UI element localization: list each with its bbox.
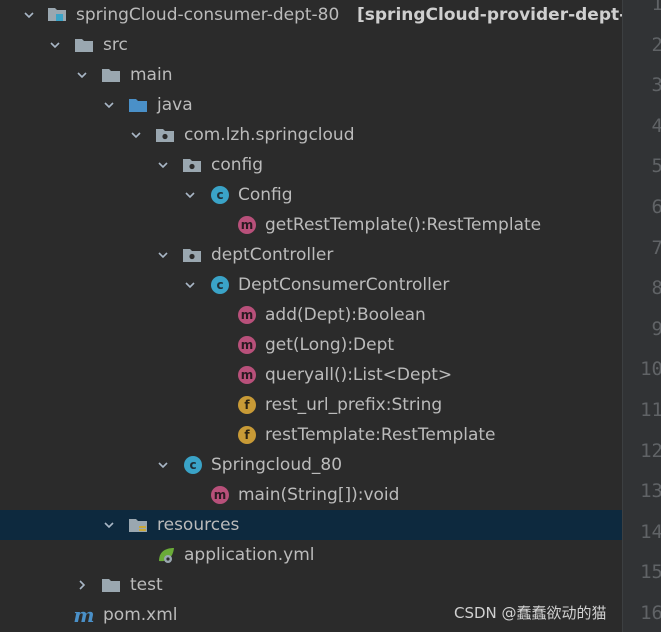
chevron-down-icon[interactable]	[183, 278, 197, 292]
tree-row-controller-class[interactable]: c DeptConsumerController	[0, 270, 622, 300]
project-module-suffix: [springCloud-provider-dept-80]	[357, 5, 622, 25]
chevron-down-icon[interactable]	[156, 158, 170, 172]
tree-row-field-resttemplate[interactable]: f restTemplate:RestTemplate	[0, 420, 622, 450]
tree-label-test: test	[130, 575, 163, 595]
tree-label-controller-package: deptController	[211, 245, 334, 265]
chevron-down-icon[interactable]	[156, 248, 170, 262]
tree-row-project[interactable]: springCloud-consumer-dept-80 [springClou…	[0, 0, 622, 30]
line-number-gutter: 1 2 3 4 5 6 7 8 9 10 11 12 13 14 15 16	[622, 0, 661, 632]
line-number: 13	[640, 480, 661, 503]
tree-row-config-class[interactable]: c Config	[0, 180, 622, 210]
tree-label-method: add(Dept):Boolean	[265, 305, 426, 325]
line-number: 6	[651, 196, 661, 218]
chevron-down-icon[interactable]	[102, 98, 116, 112]
project-name: springCloud-consumer-dept-80	[76, 5, 340, 25]
line-number: 5	[651, 155, 661, 178]
chevron-down-icon[interactable]	[129, 128, 143, 142]
package-icon	[182, 155, 202, 175]
tree-row-src[interactable]: src	[0, 30, 622, 60]
tree-row-controller-package[interactable]: deptController	[0, 240, 622, 270]
package-icon	[155, 125, 175, 145]
line-number: 8	[651, 277, 661, 300]
tree-row-package[interactable]: com.lzh.springcloud	[0, 120, 622, 150]
line-number: 16	[640, 602, 661, 624]
tree-label-method: queryall():List<Dept>	[265, 365, 453, 385]
folder-icon	[101, 65, 121, 85]
spring-leaf-icon	[156, 545, 176, 565]
tree-label-controller-class: DeptConsumerController	[238, 275, 450, 295]
tree-label-config-class: Config	[238, 185, 293, 205]
tree-label-main: main	[130, 65, 173, 85]
spring-boot-class-icon: c	[183, 455, 203, 475]
line-number: 1	[651, 0, 661, 15]
folder-icon	[101, 575, 121, 595]
class-icon: c	[210, 185, 230, 205]
field-icon: f	[237, 425, 257, 445]
tree-row-resources[interactable]: resources	[0, 510, 622, 540]
tree-label-field: restTemplate:RestTemplate	[265, 425, 496, 445]
tree-row-main[interactable]: main	[0, 60, 622, 90]
chevron-down-icon[interactable]	[156, 458, 170, 472]
module-folder-icon	[47, 4, 67, 24]
line-number: 2	[651, 33, 661, 56]
line-number: 4	[651, 114, 661, 137]
tree-row-application-yml[interactable]: application.yml	[0, 540, 622, 570]
chevron-down-icon[interactable]	[75, 68, 89, 82]
tree-label-app-class: Springcloud_80	[211, 455, 343, 475]
method-icon: m	[210, 485, 230, 505]
chevron-right-icon[interactable]	[75, 578, 89, 592]
tree-row-test[interactable]: test	[0, 570, 622, 600]
folder-icon	[74, 35, 94, 55]
method-icon: m	[237, 365, 257, 385]
line-number: 9	[651, 317, 661, 340]
maven-icon: m	[73, 603, 95, 627]
tree-label-method: main(String[]):void	[238, 485, 400, 505]
tree-row-method-getresttemplate[interactable]: m getRestTemplate():RestTemplate	[0, 210, 622, 240]
tree-label-src: src	[103, 35, 128, 55]
line-number: 12	[640, 439, 661, 462]
package-icon	[182, 245, 202, 265]
tree-row-field-rest-url-prefix[interactable]: f rest_url_prefix:String	[0, 390, 622, 420]
tree-row-method-add[interactable]: m add(Dept):Boolean	[0, 300, 622, 330]
tree-row-java[interactable]: java	[0, 90, 622, 120]
chevron-down-icon[interactable]	[48, 38, 62, 52]
tree-label-method: get(Long):Dept	[265, 335, 395, 355]
method-icon: m	[237, 215, 257, 235]
tree-row-config-package[interactable]: config	[0, 150, 622, 180]
chevron-down-icon[interactable]	[22, 8, 36, 22]
line-number: 11	[640, 399, 661, 421]
tree-label-java: java	[157, 95, 193, 115]
chevron-down-icon[interactable]	[102, 518, 116, 532]
project-tree: springCloud-consumer-dept-80 [springClou…	[0, 0, 622, 632]
resources-folder-icon	[128, 515, 148, 535]
watermark: CSDN @蠢蠢欲动的猫	[454, 604, 607, 622]
method-icon: m	[237, 305, 257, 325]
tree-row-method-queryall[interactable]: m queryall():List<Dept>	[0, 360, 622, 390]
tree-row-method-get[interactable]: m get(Long):Dept	[0, 330, 622, 360]
line-number: 15	[640, 561, 661, 584]
tree-label-application-yml: application.yml	[184, 545, 315, 565]
tree-label-package: com.lzh.springcloud	[184, 125, 355, 145]
tree-label-field: rest_url_prefix:String	[265, 395, 443, 415]
tree-label-pom: pom.xml	[103, 605, 178, 625]
line-number: 3	[651, 74, 661, 97]
tree-label-config-package: config	[211, 155, 264, 175]
chevron-down-icon[interactable]	[183, 188, 197, 202]
tree-row-method-main[interactable]: m main(String[]):void	[0, 480, 622, 510]
source-folder-icon	[128, 95, 148, 115]
line-number: 10	[640, 358, 661, 381]
tree-label-method: getRestTemplate():RestTemplate	[265, 215, 542, 235]
static-field-icon: f	[237, 395, 257, 415]
line-number: 7	[651, 236, 661, 259]
line-number: 14	[640, 520, 661, 543]
class-icon: c	[210, 275, 230, 295]
tree-row-app-class[interactable]: c Springcloud_80	[0, 450, 622, 480]
tree-label-resources: resources	[157, 515, 240, 535]
method-icon: m	[237, 335, 257, 355]
